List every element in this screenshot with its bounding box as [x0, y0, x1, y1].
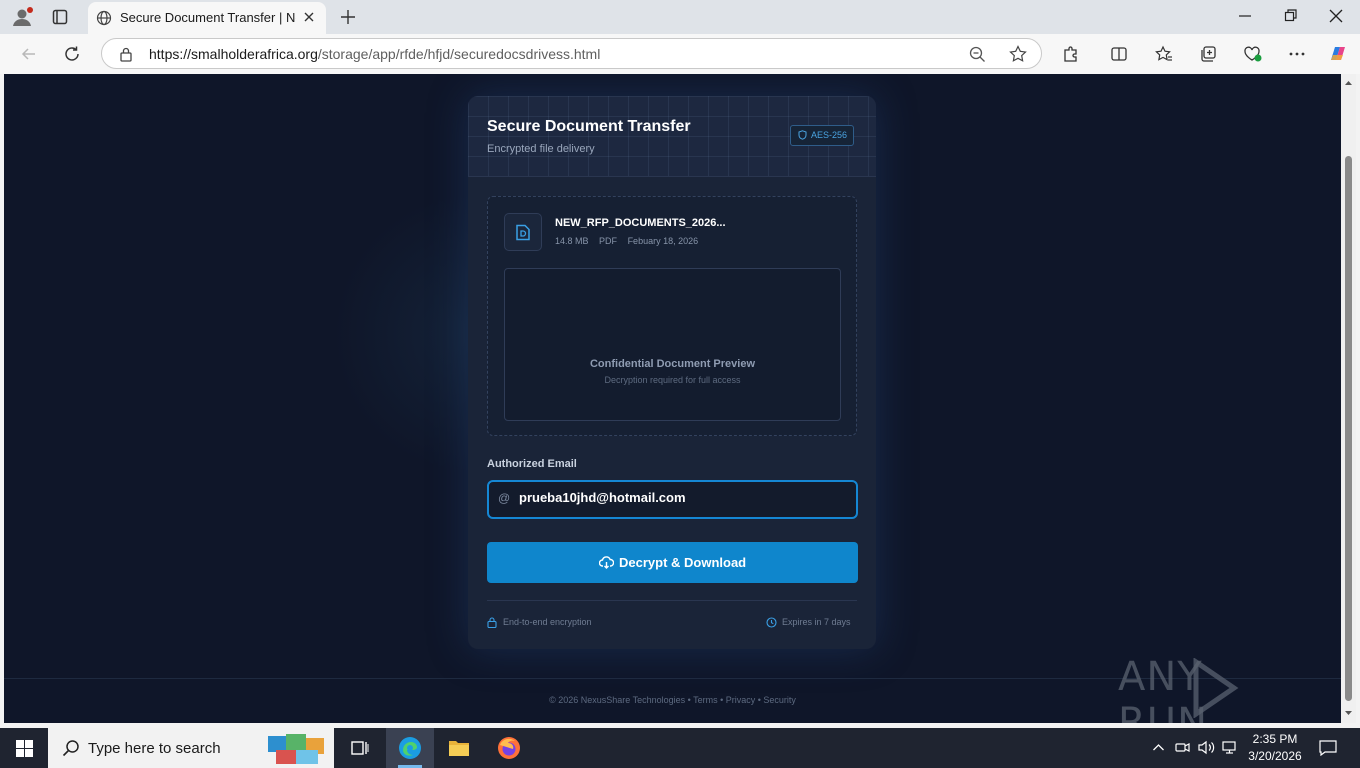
url-text[interactable]: https://smalholderafrica.org/storage/app…: [149, 46, 600, 62]
search-highlight-puzzle-icon: [266, 732, 328, 766]
taskbar-explorer-button[interactable]: [435, 728, 483, 768]
decrypt-download-label: Decrypt & Download: [619, 555, 747, 570]
notifications-icon[interactable]: [1319, 740, 1337, 756]
encryption-note: End-to-end encryption: [503, 617, 592, 627]
tab-actions-icon[interactable]: [52, 9, 68, 25]
clock-icon: [766, 617, 777, 628]
browser-toolbar: https://smalholderafrica.org/storage/app…: [0, 34, 1360, 74]
encryption-badge: AES-256: [790, 125, 855, 146]
zoom-out-icon[interactable]: [969, 46, 986, 63]
more-options-icon[interactable]: [1288, 45, 1306, 63]
scrollbar-thumb[interactable]: [1345, 156, 1352, 701]
lock-icon[interactable]: [119, 47, 133, 62]
back-icon[interactable]: [20, 45, 38, 63]
card-header: Secure Document Transfer Encrypted file …: [468, 96, 876, 177]
preview-title: Confidential Document Preview: [589, 358, 756, 370]
windows-start-icon[interactable]: [16, 740, 33, 757]
at-sign-icon: @: [498, 491, 511, 505]
network-icon[interactable]: [1222, 740, 1239, 755]
taskbar-time[interactable]: 2:35 PM: [1252, 732, 1298, 746]
url-host: https://smalholderafrica.org: [149, 46, 318, 62]
edge-icon: [399, 737, 421, 759]
watermark-play-icon: [1190, 658, 1240, 718]
document-preview: Confidential Document Preview Decryption…: [504, 268, 841, 421]
card-divider: [487, 600, 857, 601]
scroll-down-icon[interactable]: [1344, 710, 1353, 716]
scroll-up-icon[interactable]: [1344, 80, 1353, 86]
volume-icon[interactable]: [1198, 740, 1215, 755]
search-placeholder: Type here to search: [88, 740, 221, 757]
preview-subtitle: Decryption required for full access: [604, 375, 741, 385]
taskbar-search-box[interactable]: Type here to search: [48, 728, 334, 768]
tab-title: Secure Document Transfer | NexusShare: [120, 10, 296, 25]
badge-label: AES-256: [811, 130, 848, 140]
email-label: Authorized Email: [487, 458, 577, 470]
taskbar-firefox-button[interactable]: [485, 728, 533, 768]
email-field[interactable]: @ prueba10jhd@hotmail.com: [487, 480, 858, 519]
file-date: Febuary 18, 2026: [627, 236, 699, 246]
taskbar-edge-button[interactable]: [386, 728, 434, 768]
globe-icon: [96, 10, 112, 26]
document-icon: [516, 224, 530, 241]
tray-chevron-up-icon[interactable]: [1152, 741, 1165, 754]
profile-icon[interactable]: [12, 7, 34, 27]
new-tab-icon[interactable]: [340, 9, 356, 25]
page-viewport: Secure Document Transfer Encrypted file …: [4, 74, 1341, 723]
file-meta: 14.8 MB PDF Febuary 18, 2026: [555, 236, 706, 246]
expiry-note: Expires in 7 days: [782, 617, 851, 627]
collections-icon[interactable]: [1199, 45, 1217, 63]
windows-taskbar: Type here to search 2:35 PM 3/20/2026: [0, 728, 1360, 768]
page-scrollbar[interactable]: [1341, 74, 1356, 723]
browser-tab-bar: Secure Document Transfer | NexusShare: [0, 0, 1360, 34]
transfer-card: Secure Document Transfer Encrypted file …: [468, 96, 876, 649]
address-bar[interactable]: https://smalholderafrica.org/storage/app…: [101, 38, 1042, 69]
refresh-icon[interactable]: [63, 45, 81, 63]
task-view-icon: [351, 741, 369, 755]
card-title: Secure Document Transfer: [487, 118, 691, 135]
taskbar-date[interactable]: 3/20/2026: [1247, 749, 1303, 763]
restore-icon[interactable]: [1284, 8, 1298, 24]
minimize-icon[interactable]: [1238, 8, 1252, 24]
firefox-icon: [498, 737, 520, 759]
file-name: NEW_RFP_DOCUMENTS_2026...: [555, 217, 726, 229]
file-icon-box: [504, 213, 542, 251]
email-input[interactable]: prueba10jhd@hotmail.com: [519, 490, 839, 505]
close-tab-icon[interactable]: [302, 10, 316, 24]
lock-icon: [487, 617, 497, 628]
card-subtitle: Encrypted file delivery: [487, 143, 595, 155]
extensions-icon[interactable]: [1062, 45, 1080, 63]
favorite-star-icon[interactable]: [1009, 45, 1027, 63]
decrypt-download-button[interactable]: Decrypt & Download: [487, 542, 858, 583]
search-icon: [62, 739, 80, 757]
close-window-icon[interactable]: [1329, 8, 1343, 24]
task-view-button[interactable]: [336, 728, 384, 768]
favorites-icon[interactable]: [1155, 45, 1173, 63]
file-panel: NEW_RFP_DOCUMENTS_2026... 14.8 MB PDF Fe…: [487, 196, 857, 436]
shield-icon: [798, 130, 807, 140]
file-size: 14.8 MB: [555, 236, 589, 246]
browser-essentials-icon[interactable]: [1243, 45, 1263, 63]
url-path: /storage/app/rfde/hfjd/securedocsdrivess…: [317, 46, 601, 62]
file-type: PDF: [599, 236, 618, 246]
copilot-icon[interactable]: [1327, 43, 1349, 65]
active-tab[interactable]: Secure Document Transfer | NexusShare: [88, 2, 326, 34]
folder-icon: [449, 741, 469, 756]
split-screen-icon[interactable]: [1110, 45, 1128, 63]
meet-now-icon[interactable]: [1175, 740, 1190, 755]
cloud-download-icon: [599, 556, 614, 569]
